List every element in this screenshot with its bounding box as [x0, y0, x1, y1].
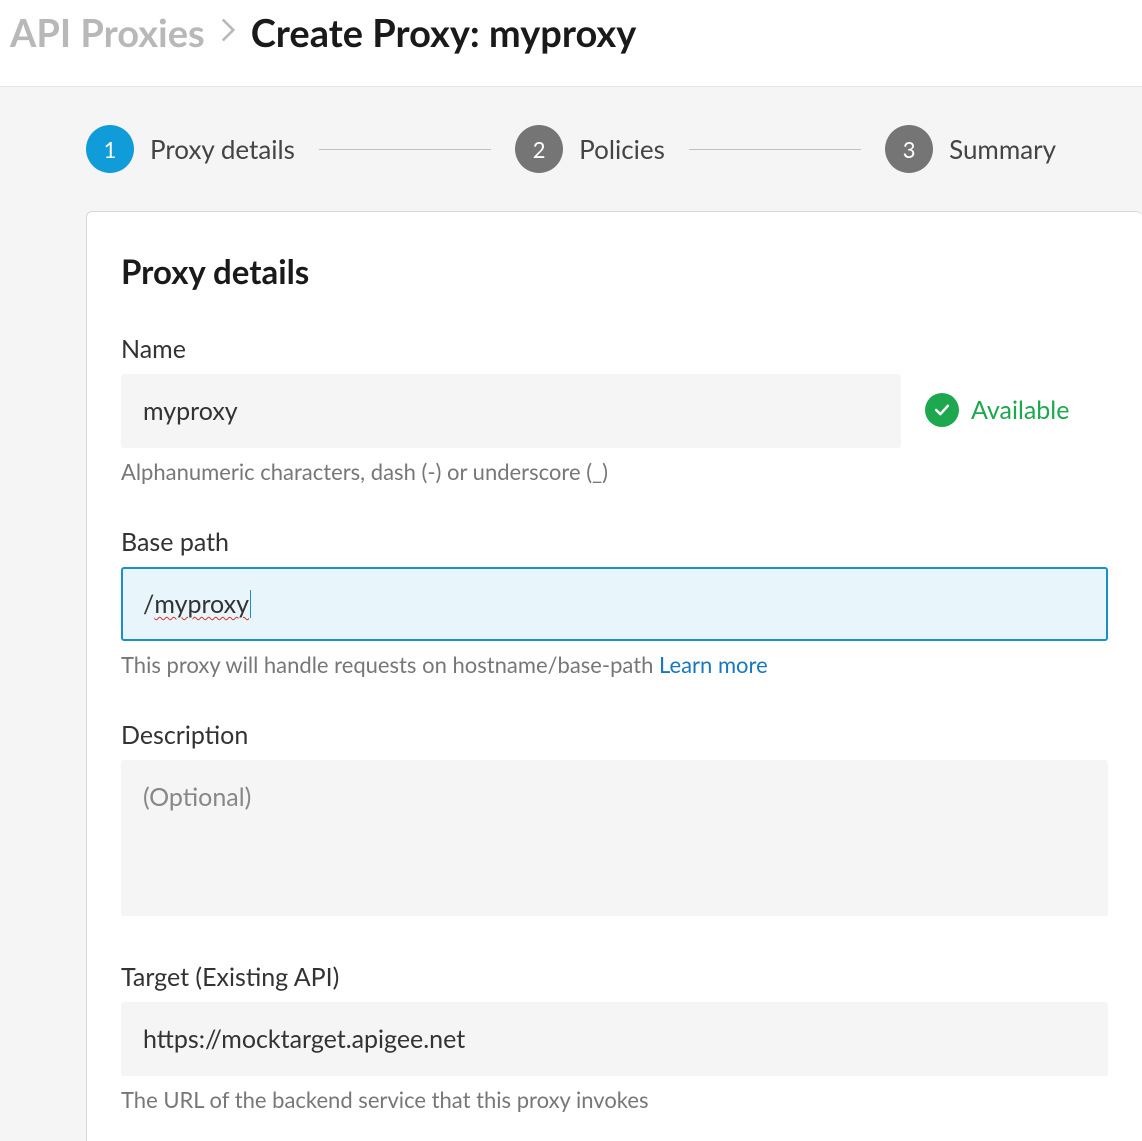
- name-hint: Alphanumeric characters, dash (-) or und…: [121, 458, 901, 485]
- learn-more-link[interactable]: Learn more: [659, 651, 768, 678]
- step-connector: [689, 149, 861, 150]
- availability-text: Available: [971, 395, 1069, 425]
- target-label: Target (Existing API): [121, 962, 1108, 992]
- description-label: Description: [121, 720, 1108, 750]
- field-group-basepath: Base path /myproxy This proxy will handl…: [121, 527, 1108, 678]
- basepath-input[interactable]: /myproxy: [121, 567, 1108, 641]
- proxy-details-card: Proxy details Name Alphanumeric characte…: [86, 211, 1142, 1141]
- name-input[interactable]: [121, 374, 901, 448]
- step-label: Policies: [579, 133, 665, 165]
- availability-indicator: Available: [925, 393, 1069, 427]
- basepath-prefix: /: [143, 589, 154, 619]
- step-number-icon: 2: [515, 125, 563, 173]
- description-input[interactable]: [121, 760, 1108, 916]
- basepath-value: myproxy: [154, 589, 249, 619]
- content-area: 1 Proxy details 2 Policies 3 Summary Pro…: [0, 87, 1142, 1141]
- step-proxy-details[interactable]: 1 Proxy details: [86, 125, 295, 173]
- breadcrumb-current: Create Proxy: myproxy: [251, 10, 637, 56]
- step-summary[interactable]: 3 Summary: [885, 125, 1056, 173]
- page-header: API Proxies Create Proxy: myproxy: [0, 0, 1142, 87]
- step-number-icon: 1: [86, 125, 134, 173]
- step-policies[interactable]: 2 Policies: [515, 125, 665, 173]
- text-cursor: [250, 590, 251, 618]
- basepath-hint: This proxy will handle requests on hostn…: [121, 651, 1108, 678]
- wizard-stepper: 1 Proxy details 2 Policies 3 Summary: [0, 87, 1142, 211]
- field-group-name: Name Alphanumeric characters, dash (-) o…: [121, 334, 1108, 485]
- breadcrumb: API Proxies Create Proxy: myproxy: [10, 10, 1132, 56]
- card-title: Proxy details: [121, 252, 1108, 292]
- step-label: Summary: [949, 133, 1056, 165]
- basepath-label: Base path: [121, 527, 1108, 557]
- field-group-description: Description: [121, 720, 1108, 920]
- breadcrumb-parent[interactable]: API Proxies: [10, 10, 205, 56]
- name-label: Name: [121, 334, 901, 364]
- step-label: Proxy details: [150, 133, 295, 165]
- target-input[interactable]: [121, 1002, 1108, 1076]
- check-circle-icon: [925, 393, 959, 427]
- target-hint: The URL of the backend service that this…: [121, 1086, 1108, 1113]
- chevron-right-icon: [219, 15, 237, 51]
- step-number-icon: 3: [885, 125, 933, 173]
- field-group-target: Target (Existing API) The URL of the bac…: [121, 962, 1108, 1113]
- step-connector: [319, 149, 491, 150]
